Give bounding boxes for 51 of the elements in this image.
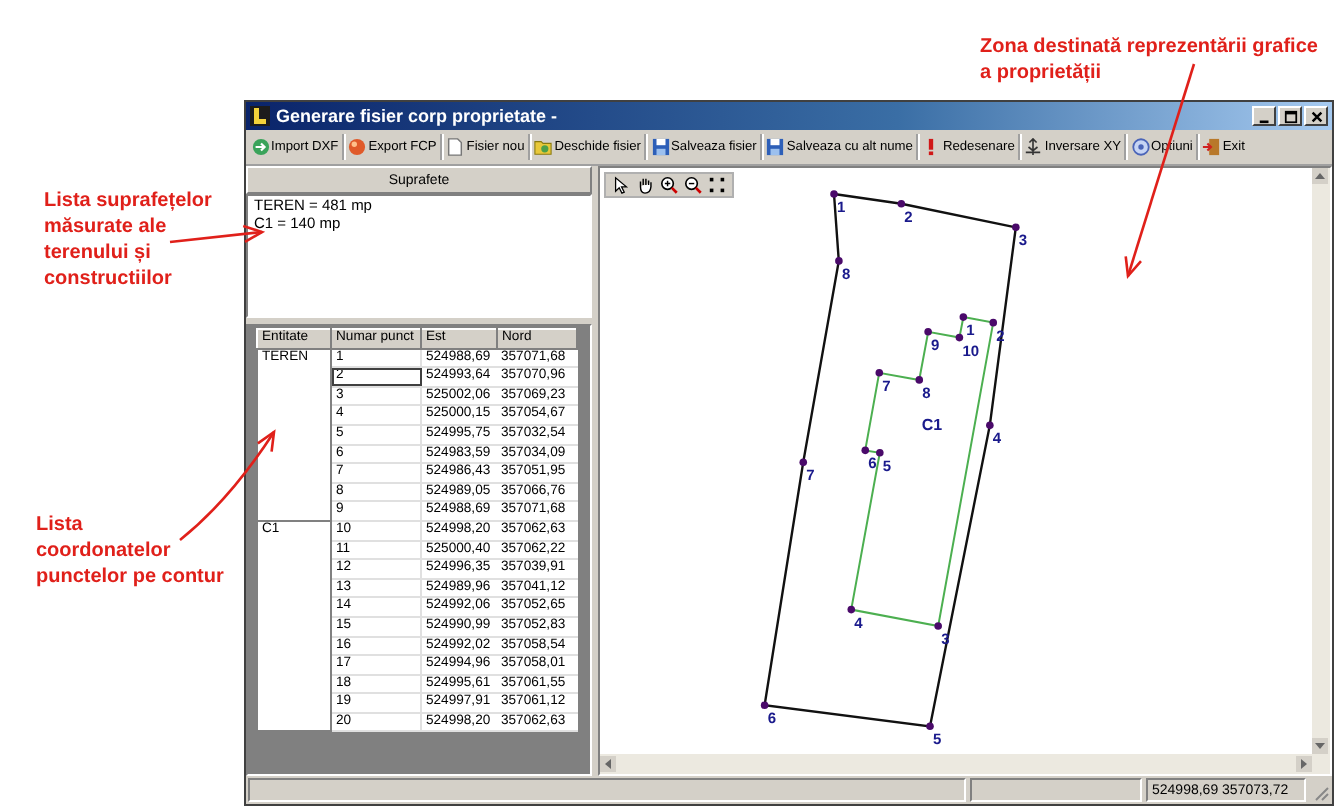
page-icon [446, 138, 465, 156]
down-arrow-icon[interactable] [1312, 738, 1328, 754]
vertex-dot [934, 622, 942, 630]
fit-icon[interactable] [708, 176, 726, 194]
maximize-icon [1283, 109, 1297, 123]
arrow-circle-icon [251, 138, 269, 156]
vertex-dot [1012, 223, 1020, 232]
right-arrow-icon[interactable] [1296, 756, 1312, 772]
door-icon [1202, 138, 1221, 156]
disc-icon [1131, 138, 1149, 156]
maximize-button[interactable] [1278, 106, 1302, 126]
vertex-dot [847, 605, 856, 614]
left-arrow-icon[interactable] [600, 756, 616, 772]
pointer-icon[interactable] [612, 176, 630, 194]
window-title: Generare fisier corp proprietate - [276, 106, 560, 126]
vertex-dot [989, 318, 998, 327]
vertex-dot [876, 449, 884, 457]
axes-icon [1024, 138, 1043, 156]
vertex-dot [955, 333, 964, 342]
vertex-dot [915, 376, 924, 384]
zoom-in-icon[interactable] [660, 176, 678, 194]
zoom-out-icon[interactable] [684, 176, 702, 194]
app-icon [250, 106, 270, 126]
annotation-text: Lista suprafețelor măsurate ale terenului și constructiilor [44, 188, 212, 292]
annotation-text: Zona destinată reprezentării grafice a proprietății [980, 34, 1318, 86]
vertex-dot [861, 446, 870, 455]
close-icon [1309, 109, 1323, 123]
resize-grip-icon[interactable] [1310, 782, 1330, 802]
close-button[interactable] [1304, 106, 1328, 126]
annotation-text: Lista coordonatelor punctelor pe contur [36, 512, 224, 590]
vertex-dot [897, 200, 906, 208]
folder-icon [534, 138, 553, 156]
ball-icon [348, 138, 367, 156]
hand-icon[interactable] [636, 176, 654, 194]
building-label: C1 [921, 416, 943, 435]
minimize-button[interactable] [1252, 106, 1276, 126]
vertex-dot [799, 458, 808, 467]
floppy-icon [766, 138, 785, 156]
vertex-dot [986, 421, 994, 430]
vertex-dot [924, 327, 932, 336]
vertex-dot [926, 722, 934, 731]
vertex-dot [830, 190, 838, 198]
horizontal-scrollbar[interactable] [600, 754, 1330, 774]
vertex-dot [875, 368, 884, 377]
vertical-scrollbar[interactable] [1312, 168, 1330, 754]
annotation-arrow [179, 429, 276, 541]
vertex-dot [760, 701, 769, 709]
floppy-icon [651, 138, 669, 156]
vertex-dot [959, 313, 968, 321]
up-arrow-icon[interactable] [1312, 168, 1328, 184]
vertex-dot [835, 257, 843, 265]
